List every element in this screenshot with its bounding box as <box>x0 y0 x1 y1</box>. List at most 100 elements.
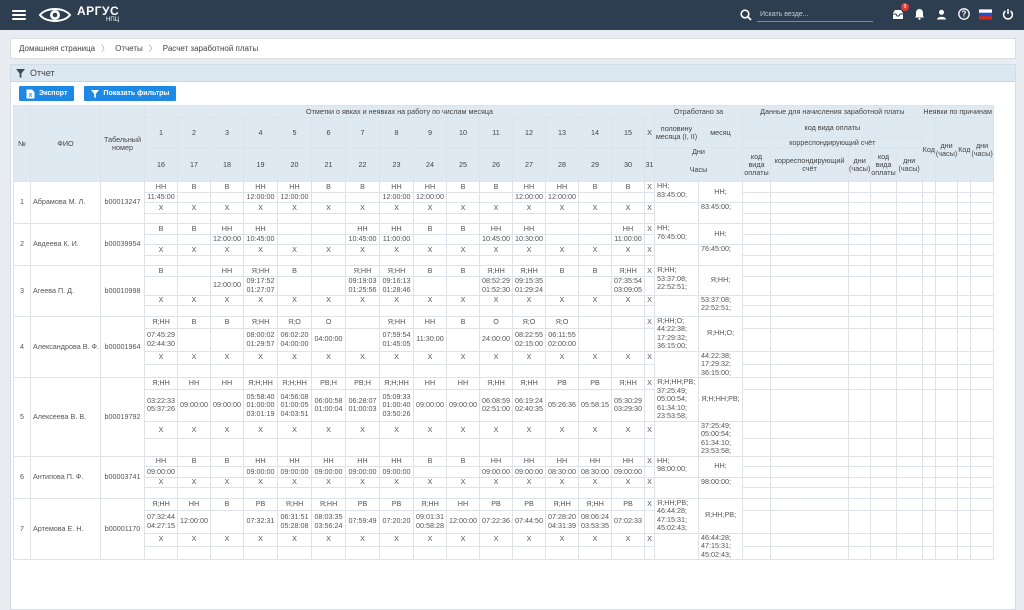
day-header: 28 <box>545 147 579 182</box>
cell-empty <box>934 487 959 499</box>
filter-icon <box>91 89 100 98</box>
cell-empty <box>957 254 972 266</box>
day-header: 24 <box>413 147 447 182</box>
day-header: 25 <box>446 147 480 182</box>
cell-day-mark: Х <box>512 476 546 488</box>
breadcrumb-reports[interactable]: Отчеты <box>115 44 143 53</box>
cell-empty <box>870 509 897 534</box>
bell-icon[interactable] <box>913 7 926 21</box>
search-icon[interactable] <box>740 9 752 21</box>
cell-day-mark: Х <box>611 202 645 214</box>
day-header: 20 <box>277 147 312 182</box>
cell-fio: Абрамова М. Л. <box>30 181 101 224</box>
breadcrumb-home[interactable]: Домашняя страница <box>19 44 95 53</box>
cell-day-mark <box>644 212 655 224</box>
cell-day-mark <box>545 545 579 561</box>
cell-day-mark: РВ;Н <box>311 376 346 391</box>
cell-empty <box>770 202 849 214</box>
app-logo[interactable]: АРГУС НПЦ <box>38 5 120 24</box>
help-icon[interactable]: ? <box>957 7 970 21</box>
cell-empty <box>921 305 936 317</box>
cell-empty <box>895 466 923 478</box>
cell-day-mark: Х <box>345 350 380 365</box>
cell-day-mark: Х <box>144 476 178 488</box>
cell-empty <box>870 327 897 352</box>
cell-day-mark: 12:00:00 <box>413 191 447 203</box>
cell-empty <box>742 244 771 256</box>
cell-day-mark <box>644 545 655 561</box>
col-pay-code-2: код вида оплаты <box>870 147 897 182</box>
day-header: 11 <box>479 117 513 148</box>
cell-day-mark <box>545 233 579 245</box>
cell-empty <box>847 265 872 277</box>
cell-day-mark: 07:20:20 <box>379 509 414 534</box>
cell-day-mark: 09:00:00 <box>611 466 645 478</box>
cell-worked-half <box>654 420 699 457</box>
chevron-right-icon: 〉 <box>148 44 157 53</box>
cell-day-mark <box>345 545 380 561</box>
cell-worked-month: Я;Н;НН;РВ; <box>698 377 743 422</box>
cell-day-mark <box>345 327 380 352</box>
day-header: 12 <box>512 117 546 148</box>
cell-day-mark: РВ <box>578 376 612 391</box>
cell-day-mark: Х <box>578 476 612 488</box>
cell-day-mark: Я;НН <box>512 265 546 277</box>
cell-day-mark: НН <box>210 223 244 235</box>
cell-empty <box>742 509 771 534</box>
inbox-icon[interactable]: 9 <box>891 3 909 21</box>
panel-header: Отчет <box>11 65 1015 82</box>
cell-empty <box>770 487 849 499</box>
cell-day-mark <box>311 223 346 235</box>
cell-day-mark: Х <box>177 202 211 214</box>
cell-day-mark <box>545 438 579 457</box>
cell-empty <box>742 455 771 467</box>
cell-day-mark: В <box>413 455 447 467</box>
cell-day-mark: Х <box>512 294 546 306</box>
power-icon[interactable] <box>1001 7 1014 21</box>
cell-empty <box>934 532 959 547</box>
cell-day-mark: О <box>311 315 346 329</box>
cell-empty <box>742 389 771 422</box>
col-days: Дни <box>655 149 742 158</box>
cell-day-mark <box>512 438 546 457</box>
cell-empty <box>895 545 923 561</box>
cell-day-mark: 09:00:00 <box>177 389 211 422</box>
show-filters-button[interactable]: Показать фильтры <box>84 86 177 101</box>
cell-day-mark <box>311 191 346 203</box>
cell-empty <box>970 233 994 245</box>
cell-day-mark: 06:19:24 02:40:35 <box>512 389 546 422</box>
search-input[interactable] <box>757 8 873 22</box>
day-header: 17 <box>177 147 211 182</box>
cell-day-mark: В <box>413 265 447 277</box>
user-icon[interactable] <box>935 7 948 21</box>
cell-day-mark: 12:00:00 <box>446 509 480 534</box>
app-subtitle: НПЦ <box>106 17 120 23</box>
table-row <box>14 212 994 224</box>
cell-empty <box>921 420 936 439</box>
cell-empty <box>921 466 936 478</box>
cell-day-mark <box>545 275 579 296</box>
cell-day-mark: Я;НН <box>311 497 346 511</box>
cell-empty <box>770 420 849 439</box>
cell-day-mark: 06:28:07 01:00:03 <box>345 389 380 422</box>
cell-day-mark: Х <box>345 476 380 488</box>
cell-day-mark <box>479 191 513 203</box>
language-flag-icon[interactable] <box>979 7 992 21</box>
cell-day-mark: Х <box>243 476 278 488</box>
cell-empty <box>957 376 972 391</box>
cell-empty <box>895 487 923 499</box>
table-row: 6 Антипова П. Ф. b00003741 НН В В НН НН НН НН НН В В… <box>13 455 994 499</box>
cell-day-mark <box>311 487 346 499</box>
cell-day-mark <box>144 275 178 296</box>
cell-empty <box>847 455 872 467</box>
cell-day-mark <box>644 466 655 478</box>
export-button[interactable]: X Экспорт <box>19 86 75 101</box>
cell-day-mark: Х <box>177 420 211 439</box>
menu-icon[interactable] <box>12 10 26 20</box>
cell-day-mark <box>277 275 312 296</box>
cell-day-mark <box>144 363 178 379</box>
cell-day-mark <box>345 487 380 499</box>
cell-empty <box>870 315 897 329</box>
cell-empty <box>957 233 972 245</box>
cell-day-mark: Я;НН <box>413 497 447 511</box>
